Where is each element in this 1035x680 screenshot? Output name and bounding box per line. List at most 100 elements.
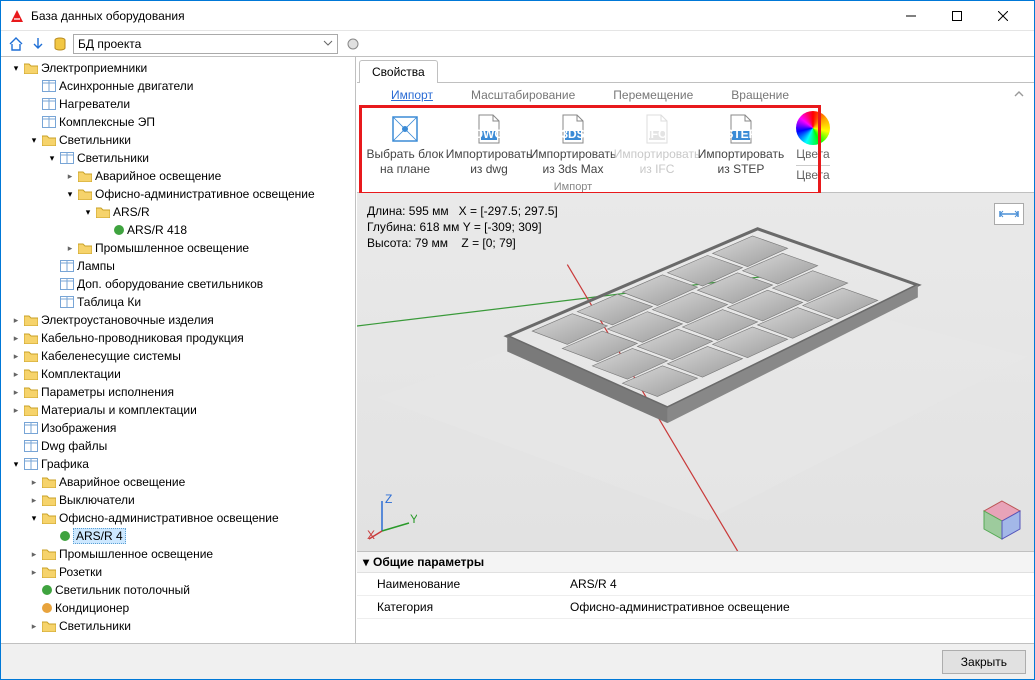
maximize-button[interactable]: [934, 1, 980, 31]
filter-icon[interactable]: [344, 35, 362, 53]
tree-item[interactable]: Доп. оборудование светильников: [47, 275, 355, 293]
collapse-icon[interactable]: ▾: [11, 459, 21, 469]
tree-item[interactable]: ▾ARS/R: [83, 203, 355, 221]
svg-text:3DS: 3DS: [561, 127, 584, 141]
chevron-down-icon: [323, 38, 333, 48]
tree-item[interactable]: ▸Выключатели: [29, 491, 355, 509]
tree-item[interactable]: ▸Комплектации: [11, 365, 355, 383]
property-grid[interactable]: ▾Общие параметры НаименованиеARS/R 4 Кат…: [357, 551, 1034, 643]
tree-item[interactable]: ▸Кабельно-проводниковая продукция: [11, 329, 355, 347]
expand-icon[interactable]: ▸: [65, 171, 75, 181]
folder-icon: [42, 134, 56, 146]
expand-icon[interactable]: ▸: [65, 243, 75, 253]
select-block-button[interactable]: Выбрать блокна плане: [363, 111, 447, 179]
folder-icon: [78, 188, 92, 200]
tree-pane[interactable]: ▾Электроприемники Асинхронные двигатели …: [1, 57, 356, 643]
database-combo[interactable]: БД проекта: [73, 34, 338, 54]
viewcube[interactable]: [980, 497, 1024, 541]
status-dot-icon: [42, 603, 52, 613]
dimensions-overlay: Длина: 595 мм X = [-297.5; 297.5] Глубин…: [367, 203, 558, 252]
collapse-icon[interactable]: ▾: [29, 135, 39, 145]
window-title: База данных оборудования: [31, 9, 888, 23]
expand-icon[interactable]: ▸: [29, 549, 39, 559]
close-button[interactable]: [980, 1, 1026, 31]
collapse-icon[interactable]: ▾: [11, 63, 21, 73]
tree-item[interactable]: ▸Электроустановочные изделия: [11, 311, 355, 329]
table-icon: [60, 152, 74, 164]
expand-icon[interactable]: ▸: [11, 351, 21, 361]
tree-item[interactable]: ▾Электроприемники: [11, 59, 355, 77]
tree-item[interactable]: ▸Кабеленесущие системы: [11, 347, 355, 365]
ribbon-tab-rotate[interactable]: Вращение: [727, 86, 793, 104]
tree-item[interactable]: Лампы: [47, 257, 355, 275]
tree-item[interactable]: ARS/R 418: [101, 221, 355, 239]
tree-item[interactable]: Таблица Ки: [47, 293, 355, 311]
table-icon: [42, 116, 56, 128]
collapse-icon[interactable]: ▾: [363, 555, 369, 569]
status-dot-icon: [60, 531, 70, 541]
ribbon-tab-move[interactable]: Перемещение: [609, 86, 697, 104]
tree-item[interactable]: ▾Офисно-административное освещение: [65, 185, 355, 203]
ribbon: Импорт Масштабирование Перемещение Враще…: [357, 83, 1034, 193]
tree-item[interactable]: ▸Параметры исполнения: [11, 383, 355, 401]
tree-item[interactable]: ▸Аварийное освещение: [65, 167, 355, 185]
import-3ds-button[interactable]: 3DS Импортироватьиз 3ds Max: [531, 111, 615, 179]
import-dwg-button[interactable]: DWG Импортироватьиз dwg: [447, 111, 531, 179]
home-icon[interactable]: [7, 35, 25, 53]
database-icon[interactable]: [51, 35, 69, 53]
ribbon-collapse-icon[interactable]: [1012, 87, 1026, 101]
tree-item[interactable]: ▾Офисно-административное освещение: [29, 509, 355, 527]
down-arrow-icon[interactable]: [29, 35, 47, 53]
tab-properties[interactable]: Свойства: [359, 60, 438, 83]
expand-icon[interactable]: ▸: [29, 495, 39, 505]
tree-item[interactable]: ▾Графика: [11, 455, 355, 473]
tree-item[interactable]: Dwg файлы: [11, 437, 355, 455]
expand-icon[interactable]: ▸: [11, 387, 21, 397]
expand-icon[interactable]: ▸: [29, 621, 39, 631]
collapse-icon[interactable]: ▾: [65, 189, 75, 199]
measure-tool-icon[interactable]: [994, 203, 1024, 225]
close-dialog-button[interactable]: Закрыть: [942, 650, 1026, 674]
tree-item[interactable]: ▸Промышленное освещение: [65, 239, 355, 257]
collapse-icon[interactable]: ▾: [47, 153, 57, 163]
property-row[interactable]: НаименованиеARS/R 4: [357, 573, 1034, 596]
viewport-3d[interactable]: Длина: 595 мм X = [-297.5; 297.5] Глубин…: [357, 193, 1034, 551]
expand-icon[interactable]: ▸: [29, 567, 39, 577]
tree-item[interactable]: ▸Аварийное освещение: [29, 473, 355, 491]
tree-item[interactable]: Изображения: [11, 419, 355, 437]
folder-icon: [42, 620, 56, 632]
status-dot-icon: [42, 585, 52, 595]
tree-item-selected[interactable]: ARS/R 4: [47, 527, 355, 545]
expand-icon[interactable]: ▸: [11, 369, 21, 379]
tree-item[interactable]: Комплексные ЭП: [29, 113, 355, 131]
svg-text:DWG: DWG: [474, 127, 503, 141]
svg-text:Y: Y: [410, 512, 417, 526]
tree-item[interactable]: ▸Светильники: [29, 617, 355, 635]
folder-icon: [24, 350, 38, 362]
tree-item[interactable]: ▸Материалы и комплектации: [11, 401, 355, 419]
tree-item[interactable]: ▾Светильники: [29, 131, 355, 149]
tree-item[interactable]: ▸Промышленное освещение: [29, 545, 355, 563]
collapse-icon[interactable]: ▾: [29, 513, 39, 523]
tree-item[interactable]: Кондиционер: [29, 599, 355, 617]
collapse-icon[interactable]: ▾: [83, 207, 93, 217]
tree-item[interactable]: Светильник потолочный: [29, 581, 355, 599]
expand-icon[interactable]: ▸: [29, 477, 39, 487]
colors-button[interactable]: ЦветаЦвета: [796, 111, 830, 183]
property-group-header[interactable]: ▾Общие параметры: [357, 552, 1034, 573]
minimize-button[interactable]: [888, 1, 934, 31]
ribbon-tab-import[interactable]: Импорт: [387, 86, 437, 104]
expand-icon[interactable]: ▸: [11, 333, 21, 343]
import-step-button[interactable]: STEP Импортироватьиз STEP: [699, 111, 783, 179]
3ds-file-icon: 3DS: [557, 113, 589, 145]
tree-item[interactable]: Асинхронные двигатели: [29, 77, 355, 95]
property-row[interactable]: КатегорияОфисно-административное освещен…: [357, 596, 1034, 619]
ribbon-tab-scale[interactable]: Масштабирование: [467, 86, 579, 104]
expand-icon[interactable]: ▸: [11, 405, 21, 415]
tree-item[interactable]: Нагреватели: [29, 95, 355, 113]
import-ifc-button: IFC Импортироватьиз IFC: [615, 111, 699, 179]
tree-item[interactable]: ▸Розетки: [29, 563, 355, 581]
expand-icon[interactable]: ▸: [11, 315, 21, 325]
step-file-icon: STEP: [725, 113, 757, 145]
tree-item[interactable]: ▾Светильники: [47, 149, 355, 167]
